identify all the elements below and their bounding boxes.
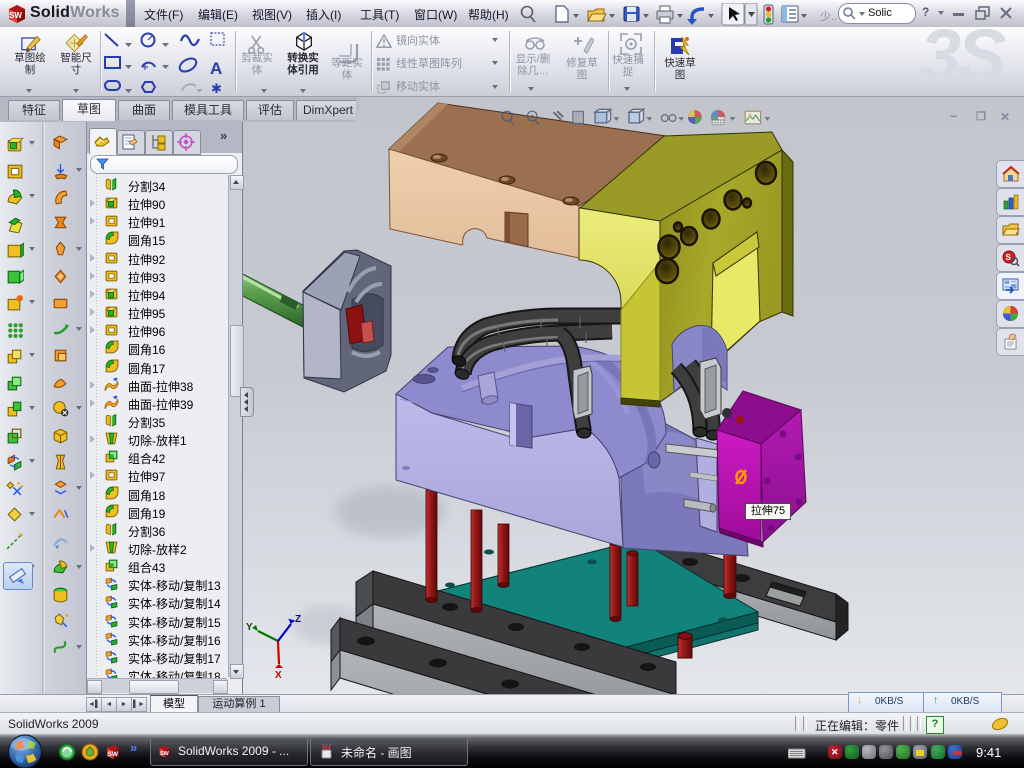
svg-text:✱: ✱ — [211, 81, 222, 95]
svg-text:Z: Z — [295, 614, 301, 625]
svg-text:SW: SW — [108, 751, 119, 758]
svg-text:A: A — [210, 59, 222, 78]
svg-text:Y: Y — [246, 622, 253, 633]
svg-text:SW: SW — [160, 751, 170, 757]
svg-text:SW: SW — [9, 11, 22, 20]
svg-text:X: X — [275, 670, 282, 681]
